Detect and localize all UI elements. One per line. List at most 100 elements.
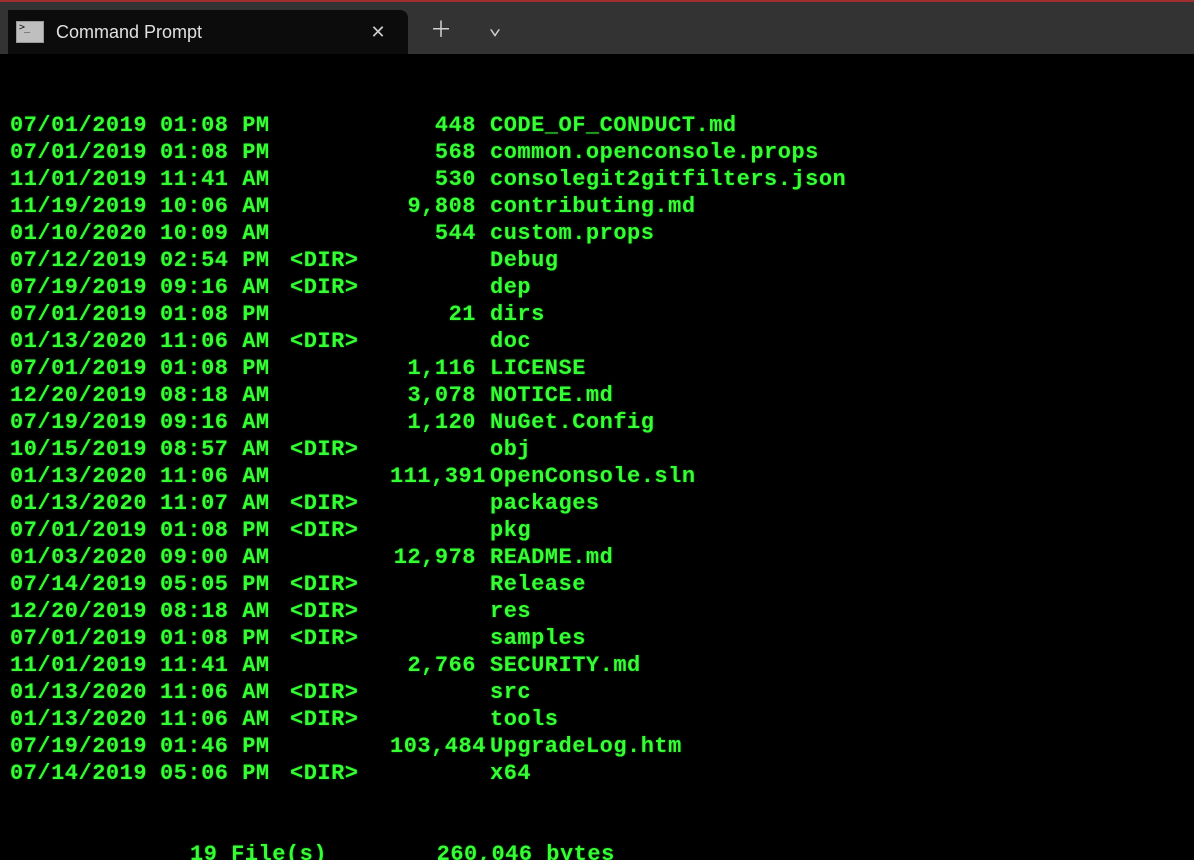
col-date: 07/01/2019 <box>10 355 160 382</box>
col-dir: <DIR> <box>290 706 390 733</box>
col-name: consolegit2gitfilters.json <box>490 166 1184 193</box>
dir-listing-row: 01/13/202011:06 AM<DIR>doc <box>10 328 1184 355</box>
col-time: 01:46 PM <box>160 733 290 760</box>
tab-dropdown-button[interactable]: ⌄ <box>472 8 518 48</box>
col-name: res <box>490 598 1184 625</box>
col-dir <box>290 355 390 382</box>
col-size: 2,766 <box>390 652 490 679</box>
col-name: src <box>490 679 1184 706</box>
col-size <box>390 247 490 274</box>
col-name: common.openconsole.props <box>490 139 1184 166</box>
col-date: 11/01/2019 <box>10 652 160 679</box>
col-size: 111,391 <box>390 463 490 490</box>
col-date: 07/14/2019 <box>10 571 160 598</box>
dir-listing-row: 11/19/201910:06 AM9,808contributing.md <box>10 193 1184 220</box>
col-date: 11/19/2019 <box>10 193 160 220</box>
dir-listing-row: 07/01/201901:08 PM<DIR>pkg <box>10 517 1184 544</box>
col-size: 21 <box>390 301 490 328</box>
col-date: 07/12/2019 <box>10 247 160 274</box>
col-date: 07/19/2019 <box>10 274 160 301</box>
col-time: 11:06 AM <box>160 679 290 706</box>
dir-listing-row: 01/13/202011:06 AM<DIR>src <box>10 679 1184 706</box>
dir-listing-row: 11/01/201911:41 AM 2,766SECURITY.md <box>10 652 1184 679</box>
col-size <box>390 436 490 463</box>
col-dir <box>290 733 390 760</box>
col-dir: <DIR> <box>290 274 390 301</box>
col-time: 01:08 PM <box>160 301 290 328</box>
col-name: dep <box>490 274 1184 301</box>
col-name: Debug <box>490 247 1184 274</box>
col-time: 01:08 PM <box>160 517 290 544</box>
col-time: 05:06 PM <box>160 760 290 787</box>
dir-listing-row: 01/13/202011:06 AM111,391OpenConsole.sln <box>10 463 1184 490</box>
col-dir: <DIR> <box>290 598 390 625</box>
dir-listing-row: 12/20/201908:18 AM<DIR>res <box>10 598 1184 625</box>
col-time: 05:05 PM <box>160 571 290 598</box>
col-dir: <DIR> <box>290 247 390 274</box>
col-name: packages <box>490 490 1184 517</box>
col-time: 11:41 AM <box>160 652 290 679</box>
new-tab-button[interactable]: ＋ <box>418 8 464 48</box>
col-time: 09:16 AM <box>160 409 290 436</box>
col-date: 10/15/2019 <box>10 436 160 463</box>
col-time: 10:09 AM <box>160 220 290 247</box>
col-name: UpgradeLog.htm <box>490 733 1184 760</box>
col-size <box>390 517 490 544</box>
tab-command-prompt[interactable]: Command Prompt ✕ <box>8 10 408 54</box>
col-date: 07/01/2019 <box>10 139 160 166</box>
dir-listing-row: 07/01/201901:08 PM 1,116LICENSE <box>10 355 1184 382</box>
col-name: dirs <box>490 301 1184 328</box>
col-size <box>390 760 490 787</box>
col-name: Release <box>490 571 1184 598</box>
col-time: 01:08 PM <box>160 112 290 139</box>
col-date: 01/13/2020 <box>10 679 160 706</box>
col-dir: <DIR> <box>290 328 390 355</box>
col-time: 08:18 AM <box>160 598 290 625</box>
col-name: CODE_OF_CONDUCT.md <box>490 112 1184 139</box>
dir-listing-row: 07/19/201909:16 AM<DIR>dep <box>10 274 1184 301</box>
col-size: 9,808 <box>390 193 490 220</box>
col-size: 1,120 <box>390 409 490 436</box>
col-time: 11:06 AM <box>160 328 290 355</box>
col-date: 01/10/2020 <box>10 220 160 247</box>
col-name: pkg <box>490 517 1184 544</box>
col-time: 08:18 AM <box>160 382 290 409</box>
col-date: 12/20/2019 <box>10 382 160 409</box>
col-dir: <DIR> <box>290 490 390 517</box>
col-date: 01/13/2020 <box>10 706 160 733</box>
col-date: 01/13/2020 <box>10 490 160 517</box>
col-name: contributing.md <box>490 193 1184 220</box>
col-dir <box>290 382 390 409</box>
dir-listing-row: 07/19/201909:16 AM1,120NuGet.Config <box>10 409 1184 436</box>
dir-listing-row: 07/01/201901:08 PM<DIR>samples <box>10 625 1184 652</box>
col-size: 3,078 <box>390 382 490 409</box>
col-time: 01:08 PM <box>160 355 290 382</box>
col-dir <box>290 463 390 490</box>
col-size: 1,116 <box>390 355 490 382</box>
close-tab-button[interactable]: ✕ <box>362 16 394 48</box>
dir-listing-row: 10/15/201908:57 AM<DIR>obj <box>10 436 1184 463</box>
col-name: samples <box>490 625 1184 652</box>
col-size: 103,484 <box>390 733 490 760</box>
col-size: 530 <box>390 166 490 193</box>
col-date: 07/19/2019 <box>10 409 160 436</box>
col-time: 01:08 PM <box>160 139 290 166</box>
terminal-icon <box>16 21 44 43</box>
col-date: 07/01/2019 <box>10 625 160 652</box>
col-size: 448 <box>390 112 490 139</box>
col-name: SECURITY.md <box>490 652 1184 679</box>
col-dir <box>290 409 390 436</box>
col-dir <box>290 220 390 247</box>
col-name: doc <box>490 328 1184 355</box>
col-dir: <DIR> <box>290 517 390 544</box>
col-name: LICENSE <box>490 355 1184 382</box>
dir-listing-row: 01/03/202009:00 AM12,978README.md <box>10 544 1184 571</box>
col-dir: <DIR> <box>290 625 390 652</box>
col-time: 02:54 PM <box>160 247 290 274</box>
col-date: 07/19/2019 <box>10 733 160 760</box>
col-size <box>390 625 490 652</box>
col-dir: <DIR> <box>290 436 390 463</box>
col-date: 07/01/2019 <box>10 112 160 139</box>
terminal-output[interactable]: 07/01/201901:08 PM448CODE_OF_CONDUCT.md0… <box>0 54 1194 860</box>
col-size <box>390 274 490 301</box>
